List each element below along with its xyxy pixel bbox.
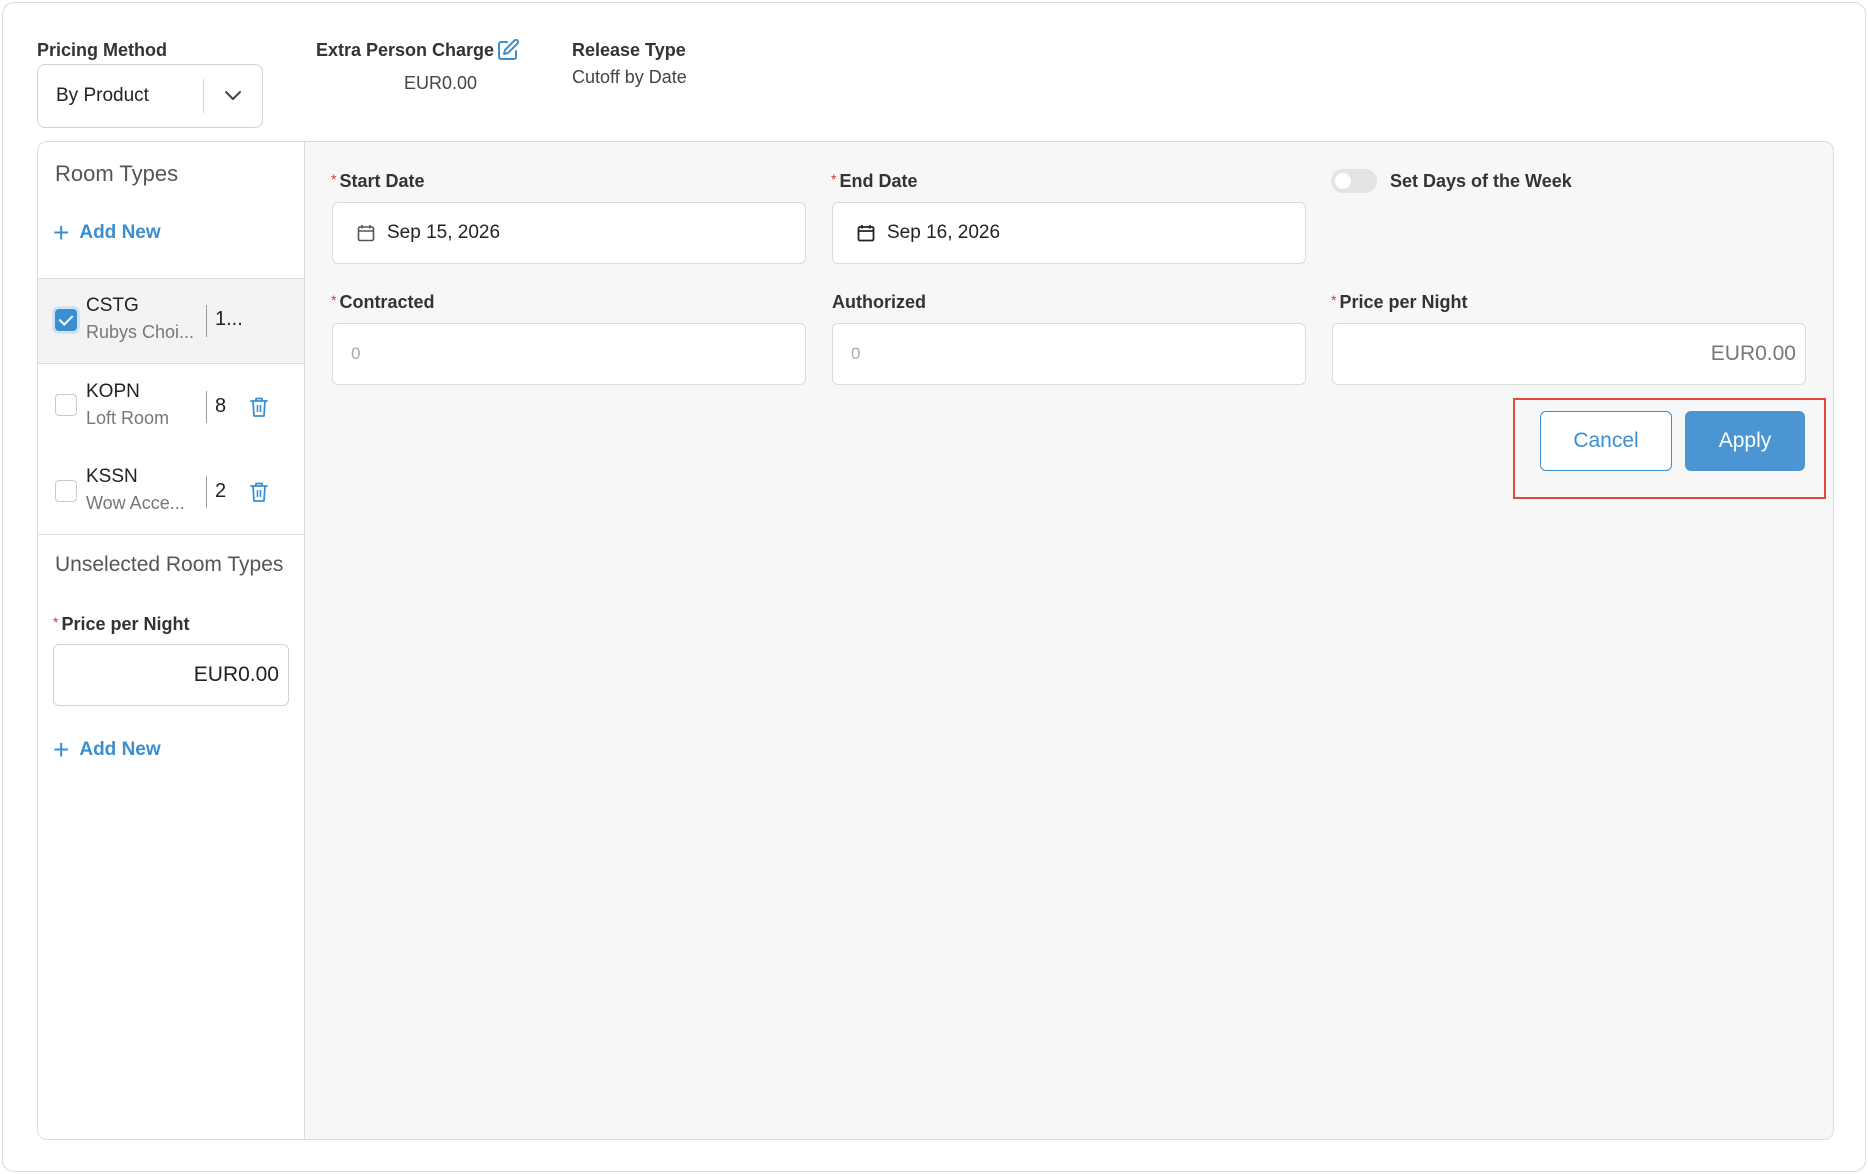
end-date-value: Sep 16, 2026 [887,222,1001,243]
extra-person-charge-value: EUR0.00 [404,73,478,93]
pricing-method-label: Pricing Method [37,40,167,60]
room-checkbox-cstg[interactable] [55,309,77,331]
room-row-kssn[interactable]: KSSN Wow Acce... 2 [38,450,304,534]
room-types-sidebar: Room Types + Add New CSTG Rubys Choi... … [38,142,305,1139]
unselected-price-input[interactable]: EUR0.00 [53,644,289,706]
room-row-cstg[interactable]: CSTG Rubys Choi... 1... [38,279,304,363]
trash-icon[interactable] [249,481,269,503]
contracted-label: * Contracted [331,292,435,312]
edit-icon[interactable] [496,38,520,62]
room-name: Loft Room [86,408,170,428]
cancel-button[interactable]: Cancel [1540,411,1672,471]
pricing-method-select[interactable]: By Product [37,64,263,128]
end-date-picker[interactable]: Sep 16, 2026 [832,202,1306,264]
chevron-down-icon[interactable] [204,65,262,127]
room-types-title: Room Types [55,161,179,186]
room-code: KOPN [86,381,140,402]
add-room-type-button[interactable]: + Add New [53,219,161,247]
calendar-icon [857,225,875,242]
room-separator [206,476,207,508]
room-count: 2 [215,480,227,502]
set-days-toggle[interactable] [1331,169,1377,193]
rate-editor-panel: Room Types + Add New CSTG Rubys Choi... … [37,141,1834,1140]
room-code: KSSN [86,466,138,487]
set-days-label: Set Days of the Week [1390,171,1572,191]
add-unselected-button[interactable]: + Add New [53,736,161,764]
price-per-night-label: * Price per Night [1331,292,1468,312]
start-date-label: * Start Date [331,171,425,191]
add-new-label: Add New [79,739,161,760]
contracted-placeholder: 0 [351,344,361,363]
add-new-label: Add New [79,222,161,243]
price-per-night-input[interactable]: EUR0.00 [1332,323,1806,385]
release-type-label: Release Type [572,40,686,60]
room-count: 8 [215,395,227,417]
room-separator [206,391,207,423]
room-checkbox-kssn[interactable] [55,480,77,502]
authorized-input[interactable]: 0 [832,323,1306,385]
start-date-picker[interactable]: Sep 15, 2026 [332,202,806,264]
room-checkbox-kopn[interactable] [55,394,77,416]
apply-button[interactable]: Apply [1685,411,1805,471]
plus-icon: + [53,734,70,765]
unselected-price-label: * Price per Night [53,614,190,634]
divider [38,534,305,535]
authorized-label: Authorized [832,292,926,312]
room-count: 1... [215,308,243,330]
price-per-night-value: EUR0.00 [1710,342,1796,365]
room-code: CSTG [86,295,139,316]
authorized-placeholder: 0 [851,344,861,363]
room-name: Rubys Choi... [86,322,195,342]
room-row-kopn[interactable]: KOPN Loft Room 8 [38,364,304,448]
release-type-value: Cutoff by Date [572,67,687,87]
pricing-method-value: By Product [56,85,149,106]
plus-icon: + [53,217,70,248]
contracted-input[interactable]: 0 [332,323,806,385]
calendar-icon [357,225,375,242]
end-date-label: * End Date [831,171,918,191]
extra-person-charge-label: Extra Person Charge [316,40,495,60]
room-name: Wow Acce... [86,493,185,513]
room-separator [206,305,207,337]
unselected-room-types-title: Unselected Room Types [55,553,284,576]
start-date-value: Sep 15, 2026 [387,222,501,243]
trash-icon[interactable] [249,396,269,418]
